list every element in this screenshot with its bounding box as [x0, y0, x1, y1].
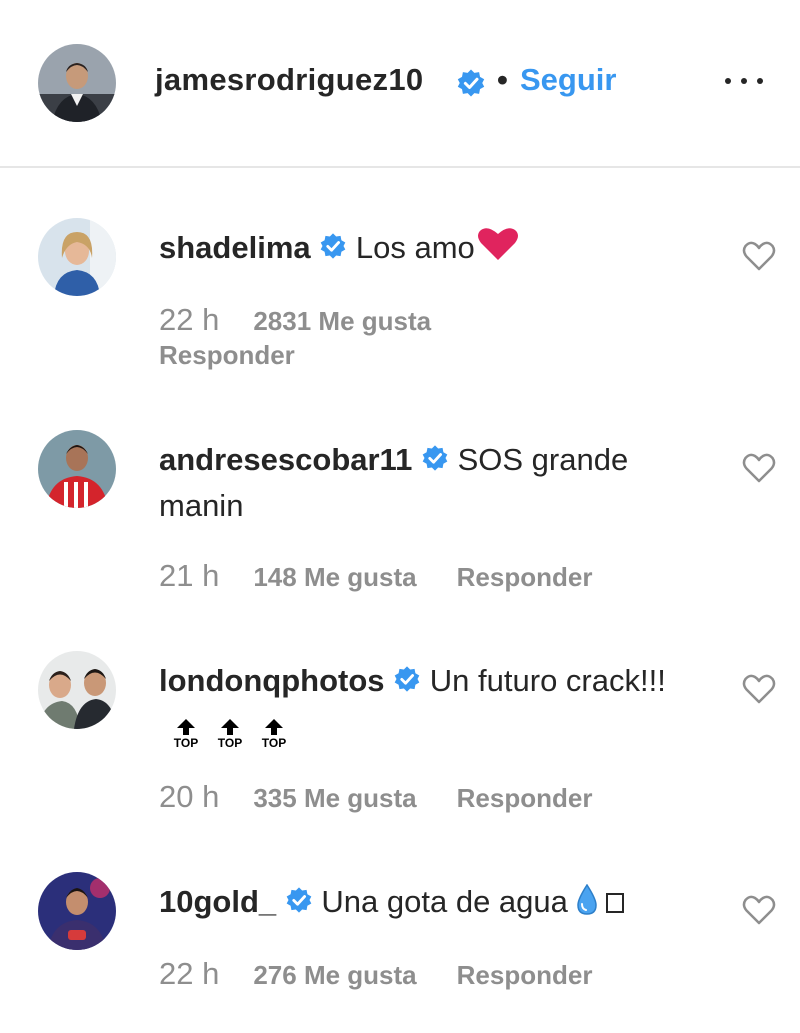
comment-meta: 22 h 2831 Me gusta: [159, 302, 471, 338]
like-heart-icon[interactable]: [742, 452, 776, 484]
post-header: jamesrodriguez10 • Seguir: [0, 0, 800, 168]
top-emoji-label: TOP: [173, 735, 199, 750]
comment-text: 10gold_ Una gota de agua: [159, 880, 704, 928]
comment-time: 22 h: [159, 302, 220, 337]
comment-likes[interactable]: 335 Me gusta: [253, 783, 416, 813]
commenter-avatar[interactable]: [38, 218, 116, 296]
commenter-avatar[interactable]: [38, 872, 116, 950]
top-emoji-label: TOP: [217, 735, 243, 750]
comment-text: shadelima Los amo: [159, 226, 704, 274]
comment-username[interactable]: andresescobar11: [159, 442, 412, 477]
top-emoji-group: TOP TOP TOP: [171, 715, 303, 759]
author-username[interactable]: jamesrodriguez10: [155, 62, 423, 98]
commenter-avatar[interactable]: [38, 430, 116, 508]
reply-button[interactable]: Responder: [159, 340, 295, 371]
comment-meta: 20 h 335 Me gusta Responder: [159, 779, 592, 815]
comment-likes[interactable]: 2831 Me gusta: [253, 306, 431, 336]
top-emoji-label: TOP: [261, 735, 287, 750]
comment-meta: 21 h 148 Me gusta Responder: [159, 558, 592, 594]
comment-body: Los amo: [355, 230, 475, 265]
reply-button[interactable]: Responder: [457, 562, 593, 592]
comment-likes[interactable]: 148 Me gusta: [253, 562, 416, 592]
comment-username[interactable]: shadelima: [159, 230, 311, 265]
like-heart-icon[interactable]: [742, 894, 776, 926]
comment-body: Un futuro crack!!!: [429, 663, 666, 698]
comment-text: andresescobar11 SOS grande manin: [159, 438, 704, 528]
reply-button[interactable]: Responder: [457, 783, 593, 813]
more-options-icon[interactable]: [722, 66, 766, 96]
follow-button[interactable]: Seguir: [520, 62, 616, 98]
comment-time: 22 h: [159, 956, 220, 991]
verified-badge-icon: [319, 228, 347, 272]
top-arrow-emoji-icon: TOP: [259, 718, 289, 750]
verified-badge-icon: [393, 661, 421, 705]
like-heart-icon[interactable]: [742, 673, 776, 705]
verified-badge-icon: [456, 68, 486, 103]
top-arrow-emoji-icon: TOP: [215, 718, 245, 750]
top-arrow-emoji-icon: TOP: [171, 718, 201, 750]
commenter-avatar[interactable]: [38, 651, 116, 729]
comment-text: londonqphotos Un futuro crack!!! TOP TOP TO…: [159, 659, 704, 759]
droplet-emoji-icon: [576, 883, 598, 928]
like-heart-icon[interactable]: [742, 240, 776, 272]
comment-username[interactable]: londonqphotos: [159, 663, 385, 698]
comment-body: Una gota de agua: [321, 884, 568, 919]
separator-dot: •: [497, 62, 508, 97]
red-heart-emoji-icon: [477, 226, 519, 274]
author-avatar[interactable]: [38, 44, 116, 122]
verified-badge-icon: [421, 440, 449, 484]
comment-likes[interactable]: 276 Me gusta: [253, 960, 416, 990]
unsupported-glyph-box-icon: [605, 893, 624, 913]
reply-button[interactable]: Responder: [457, 960, 593, 990]
comment-time: 21 h: [159, 558, 220, 593]
verified-badge-icon: [285, 882, 313, 926]
comment-meta: 22 h 276 Me gusta Responder: [159, 956, 592, 992]
comment-time: 20 h: [159, 779, 220, 814]
comment-username[interactable]: 10gold_: [159, 884, 276, 919]
